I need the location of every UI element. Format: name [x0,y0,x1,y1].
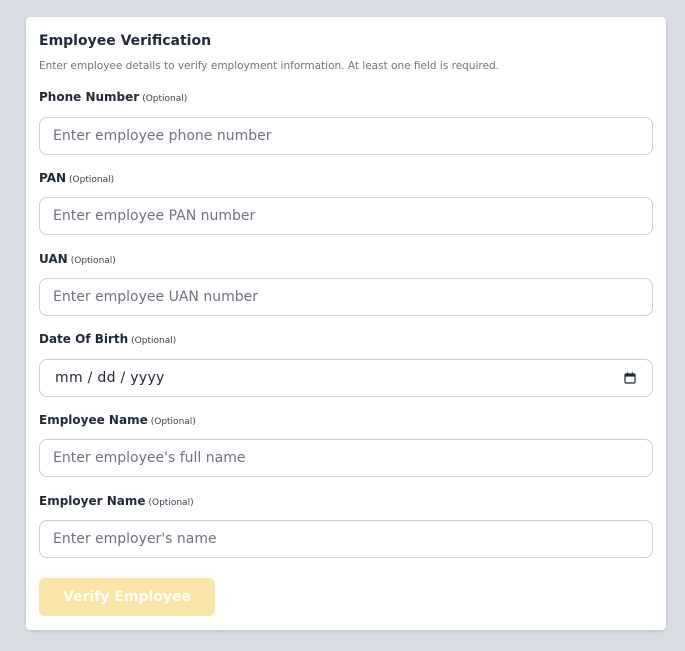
employer-name-label-text: Employer Name [39,494,146,508]
page-title: Employee Verification [39,33,212,49]
page-subtitle: Enter employee details to verify employm… [39,60,499,72]
verification-card: Employee Verification Enter employee det… [26,17,666,630]
pan-label: PAN (Optional) [39,171,114,185]
phone-number-label: Phone Number (Optional) [39,90,187,104]
optional-tag: (Optional) [142,94,188,104]
date-of-birth-value: mm / dd / yyyy [55,370,165,386]
date-of-birth-input[interactable]: mm / dd / yyyy [39,359,653,397]
optional-tag: (Optional) [148,498,194,508]
employee-name-input[interactable] [39,439,653,477]
pan-input[interactable] [39,197,653,235]
verify-employee-button[interactable]: Verify Employee [39,578,215,616]
date-of-birth-label: Date Of Birth (Optional) [39,332,176,346]
uan-label: UAN (Optional) [39,252,116,266]
employee-name-label: Employee Name (Optional) [39,413,196,427]
uan-input[interactable] [39,278,653,316]
employee-name-label-text: Employee Name [39,413,148,427]
phone-number-input[interactable] [39,117,653,155]
optional-tag: (Optional) [69,175,115,185]
pan-label-text: PAN [39,171,67,185]
calendar-icon[interactable] [624,372,636,384]
employer-name-input[interactable] [39,520,653,558]
uan-label-text: UAN [39,252,68,266]
date-of-birth-label-text: Date Of Birth [39,332,129,346]
phone-number-label-text: Phone Number [39,90,140,104]
optional-tag: (Optional) [131,336,177,346]
optional-tag: (Optional) [150,417,196,427]
optional-tag: (Optional) [70,256,116,266]
employer-name-label: Employer Name (Optional) [39,494,194,508]
